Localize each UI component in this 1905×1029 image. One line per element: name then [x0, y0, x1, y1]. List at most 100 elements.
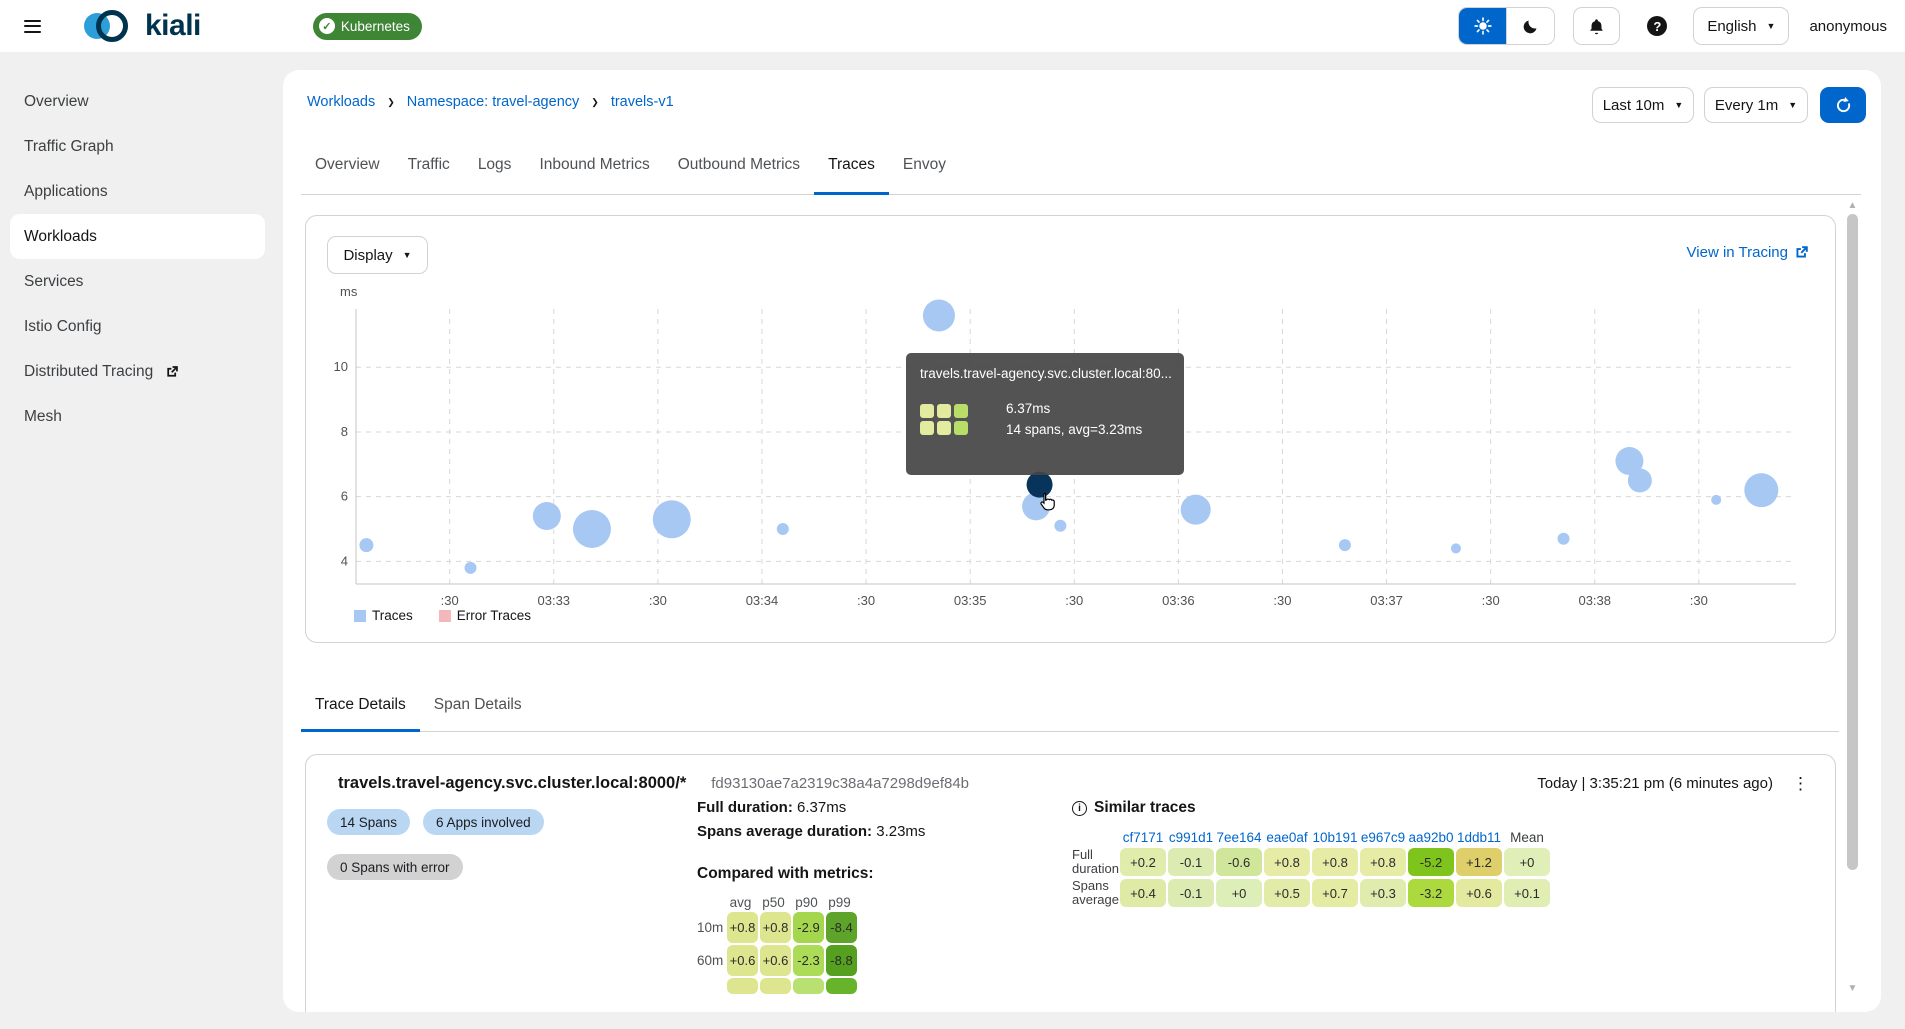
similar-trace-link-10b191[interactable]: 10b191 — [1312, 830, 1358, 845]
chevron-down-icon: ▼ — [1788, 100, 1798, 110]
help-icon[interactable]: ? — [1647, 16, 1668, 36]
menu-toggle-button[interactable] — [24, 19, 41, 33]
trace-title: travels.travel-agency.svc.cluster.local:… — [338, 774, 687, 792]
kubernetes-badge-label: Kubernetes — [340, 18, 410, 34]
metric-cell: +0.8 — [727, 912, 758, 943]
dark-theme-button[interactable] — [1506, 8, 1555, 44]
trace-bubble[interactable] — [1054, 519, 1067, 532]
similar-cell: +0.5 — [1264, 879, 1310, 907]
x-tick-label: :30 — [1482, 593, 1500, 608]
refresh-interval-select[interactable]: Every 1m ▼ — [1704, 87, 1808, 123]
breadcrumb-link-travels-v1[interactable]: travels-v1 — [611, 94, 674, 110]
similar-cell: +0.8 — [1264, 848, 1310, 876]
legend-item-error-traces[interactable]: Error Traces — [438, 608, 531, 623]
view-in-tracing-link[interactable]: View in Tracing — [1687, 244, 1809, 261]
similar-trace-link-1ddb11[interactable]: 1ddb11 — [1456, 830, 1502, 845]
language-select[interactable]: English ▼ — [1693, 7, 1790, 45]
refresh-button[interactable] — [1820, 87, 1866, 123]
sidebar-item-istio-config[interactable]: Istio Config — [0, 304, 265, 349]
trace-bubble[interactable] — [532, 502, 561, 531]
trace-bubble[interactable] — [776, 523, 789, 535]
similar-trace-link-eae0af[interactable]: eae0af — [1264, 830, 1310, 845]
x-tick-label: 03:33 — [538, 593, 571, 608]
similar-row-label: Full duration — [1072, 847, 1119, 876]
scrollbar-thumb[interactable] — [1847, 214, 1858, 870]
scroll-down-arrow-icon[interactable]: ▼ — [1845, 983, 1860, 994]
metric-cell: +0.8 — [760, 912, 791, 943]
metric-row-label: 10m — [697, 920, 724, 935]
tab-logs[interactable]: Logs — [464, 136, 526, 194]
x-tick-label: :30 — [857, 593, 875, 608]
similar-cell: +0.7 — [1312, 879, 1358, 907]
trace-bubble[interactable] — [464, 561, 477, 574]
sidebar-item-label: Mesh — [24, 407, 62, 425]
trace-bubble[interactable] — [922, 299, 955, 332]
badge-14-spans: 14 Spans — [327, 809, 411, 835]
tab-traces[interactable]: Traces — [814, 136, 889, 195]
detail-tabs: Trace Details Span Details — [301, 678, 1839, 732]
tooltip-heat-square — [937, 420, 951, 435]
tooltip-heat-grid — [920, 403, 968, 435]
scrollbar[interactable]: ▲ ▼ — [1845, 200, 1860, 996]
time-range-label: Last 10m — [1602, 96, 1665, 114]
sidebar-item-label: Applications — [24, 182, 108, 200]
sidebar-item-mesh[interactable]: Mesh — [0, 394, 265, 439]
chevron-down-icon: ▼ — [402, 250, 412, 260]
tab-outbound-metrics[interactable]: Outbound Metrics — [664, 136, 814, 194]
chevron-down-icon: ▼ — [1674, 100, 1684, 110]
metric-row-label: 60m — [697, 953, 724, 968]
tab-trace-details[interactable]: Trace Details — [301, 678, 420, 732]
trace-actions-kebab[interactable]: ⋮ — [1788, 773, 1813, 794]
kiali-logo-icon — [84, 10, 128, 42]
similar-traces-table: cf7171 c991d1 7ee164 eae0af 10b191 e967c9 aa92… — [1072, 830, 1550, 907]
trace-bubble[interactable] — [1450, 543, 1461, 554]
scroll-up-arrow-icon[interactable]: ▲ — [1845, 200, 1860, 211]
check-circle-icon: ✓ — [318, 18, 335, 34]
sidebar-item-traffic-graph[interactable]: Traffic Graph — [0, 124, 265, 169]
tab-overview[interactable]: Overview — [301, 136, 394, 194]
sidebar-item-services[interactable]: Services — [0, 259, 265, 304]
trace-bubble[interactable] — [1711, 494, 1722, 505]
refresh-interval-label: Every 1m — [1714, 96, 1779, 114]
display-dropdown-button[interactable]: Display ▼ — [327, 236, 428, 274]
metric-cell: +0.6 — [727, 945, 758, 976]
similar-trace-link-c991d1[interactable]: c991d1 — [1168, 830, 1214, 845]
similar-trace-link-7ee164[interactable]: 7ee164 — [1216, 830, 1262, 845]
trace-bubble[interactable] — [1338, 539, 1351, 552]
breadcrumb-link-namespace-travel-agency[interactable]: Namespace: travel-agency — [407, 94, 579, 110]
similar-trace-link-e967c9[interactable]: e967c9 — [1360, 830, 1406, 845]
sidebar-item-label: Traffic Graph — [24, 137, 114, 155]
trace-bubble[interactable] — [1180, 494, 1211, 525]
time-range-select[interactable]: Last 10m ▼ — [1592, 87, 1694, 123]
light-theme-button[interactable] — [1459, 8, 1507, 44]
sidebar-item-overview[interactable]: Overview — [0, 79, 265, 124]
sidebar-item-workloads[interactable]: Workloads — [10, 214, 265, 259]
refresh-icon — [1836, 96, 1850, 112]
breadcrumb-link-workloads[interactable]: Workloads — [307, 94, 375, 110]
compared-metrics-header-row: avg p50 p90 p99 — [725, 895, 925, 910]
trace-bubble[interactable] — [1627, 468, 1652, 493]
sidebar-item-applications[interactable]: Applications — [0, 169, 265, 214]
tab-traffic[interactable]: Traffic — [394, 136, 464, 194]
tab-span-details[interactable]: Span Details — [420, 678, 536, 731]
trace-bubble[interactable] — [1557, 532, 1570, 545]
legend-item-traces[interactable]: Traces — [354, 608, 413, 623]
display-dropdown-label: Display — [343, 246, 393, 264]
similar-traces-row: Full duration +0.2 -0.1 -0.6 +0.8 +0.8 +0.8 -5.… — [1072, 848, 1550, 876]
notifications-button[interactable] — [1573, 7, 1621, 45]
external-link-icon — [1796, 246, 1808, 258]
similar-cell: +0 — [1216, 879, 1262, 907]
tab-inbound-metrics[interactable]: Inbound Metrics — [525, 136, 663, 194]
similar-trace-link-aa92b0[interactable]: aa92b0 — [1408, 830, 1454, 845]
spans-average-label: Spans average duration: — [697, 823, 873, 840]
similar-cell: +0 — [1504, 848, 1550, 876]
tab-envoy[interactable]: Envoy — [889, 136, 960, 194]
similar-trace-link-cf7171[interactable]: cf7171 — [1120, 830, 1166, 845]
sidebar-item-distributed-tracing[interactable]: Distributed Tracing — [0, 349, 265, 394]
trace-bubble[interactable] — [572, 510, 611, 548]
metric-cell: +0.6 — [760, 945, 791, 976]
bell-icon — [1590, 18, 1604, 34]
trace-bubble[interactable] — [652, 500, 691, 539]
trace-bubble[interactable] — [359, 538, 374, 553]
trace-bubble[interactable] — [1744, 473, 1779, 508]
